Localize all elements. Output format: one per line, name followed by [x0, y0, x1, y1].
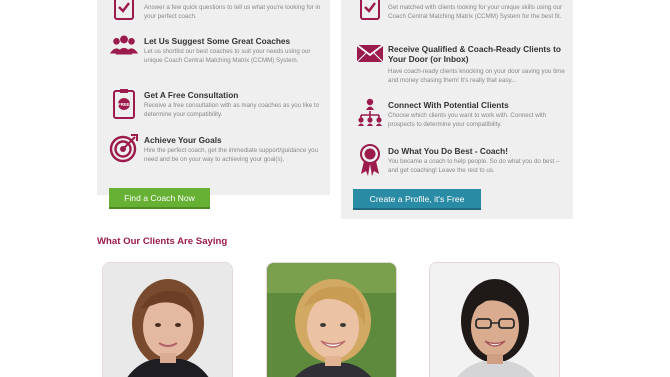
envelope-icon	[355, 42, 385, 72]
step-description: Hire the perfect coach, get the immediat…	[144, 147, 319, 163]
clipboard-check-icon	[355, 0, 385, 30]
step-description: Answer a few quick questions to tell us …	[144, 4, 321, 20]
step-get-matched: Get matched with clients looking for you…	[355, 0, 567, 32]
step-description: Have coach-ready clients knocking on you…	[388, 68, 565, 84]
step-title: Connect With Potential Clients	[388, 100, 509, 110]
step-description: Let us shortlist our best coaches to sui…	[144, 48, 311, 64]
step-suggest-coaches: Let Us Suggest Some Great Coaches Let us…	[109, 34, 321, 76]
network-icon	[355, 97, 385, 127]
step-title: Receive Qualified & Coach-Ready Clients …	[388, 44, 561, 64]
step-free-consultation: FREE Get A Free Consultation Receive a f…	[109, 88, 321, 124]
target-icon	[109, 133, 139, 163]
step-title: Achieve Your Goals	[144, 135, 222, 145]
award-ribbon-icon	[355, 143, 385, 176]
find-a-coach-button[interactable]: Find a Coach Now	[109, 188, 210, 209]
step-achieve-goals: Achieve Your Goals Hire the perfect coac…	[109, 133, 321, 179]
create-profile-button[interactable]: Create a Profile, it's Free	[353, 189, 481, 210]
step-receive-clients: Receive Qualified & Coach-Ready Clients …	[355, 42, 567, 90]
step-description: You became a coach to help people. So do…	[388, 158, 560, 174]
coach-provider-panel: Get matched with clients looking for you…	[341, 0, 573, 219]
testimonial-photo	[102, 262, 233, 377]
testimonial-photo	[266, 262, 397, 377]
step-description: Receive a free consultation with as many…	[144, 102, 320, 118]
step-description: Get matched with clients looking for you…	[388, 4, 563, 20]
step-title: Get A Free Consultation	[144, 90, 239, 100]
step-title: Do What You Do Best - Coach!	[388, 146, 508, 156]
step-description: Choose which clients you want to work wi…	[388, 112, 547, 128]
people-group-icon	[109, 34, 139, 64]
svg-text:FREE: FREE	[118, 102, 130, 107]
step-title: Let Us Suggest Some Great Coaches	[144, 36, 291, 46]
step-connect-clients: Connect With Potential Clients Choose wh…	[355, 97, 567, 133]
clipboard-check-icon	[109, 0, 139, 30]
testimonials-heading: What Our Clients Are Saying	[97, 236, 228, 247]
step-answer-questions: Answer a few quick questions to tell us …	[109, 0, 320, 22]
coach-seeker-panel: Answer a few quick questions to tell us …	[97, 0, 330, 195]
step-do-what-you-do-best: Do What You Do Best - Coach! You became …	[355, 143, 567, 183]
testimonial-photo	[429, 262, 560, 377]
free-tag-clipboard-icon: FREE	[109, 88, 139, 119]
